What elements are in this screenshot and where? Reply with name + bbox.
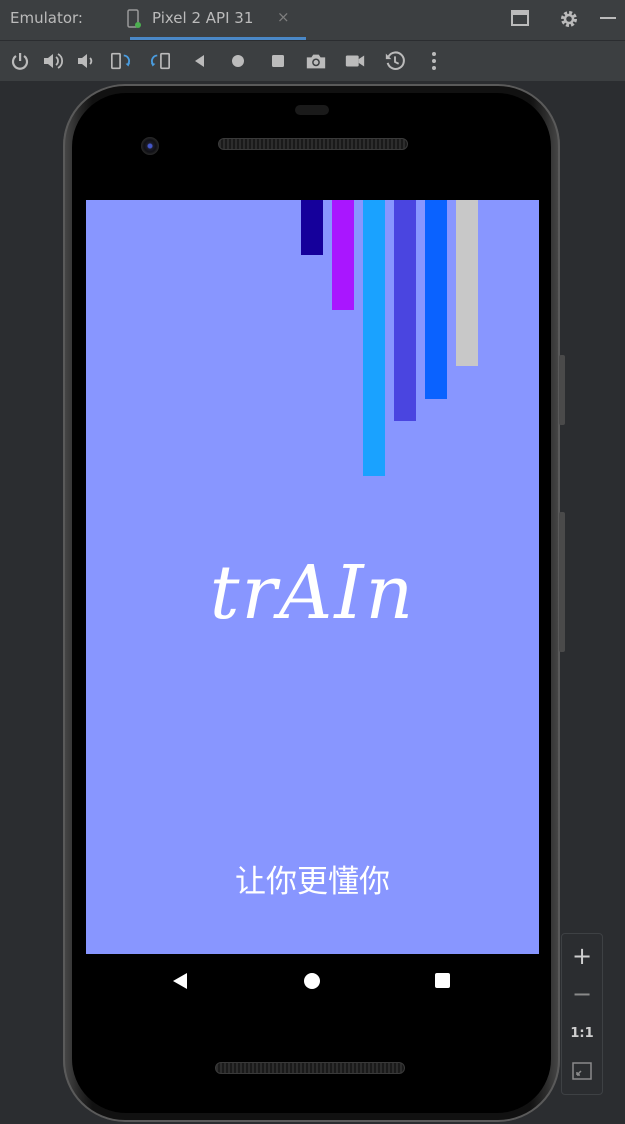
power-icon[interactable] (9, 50, 31, 72)
color-bar (394, 200, 416, 421)
snapshot-icon[interactable] (384, 50, 406, 72)
app-slogan: 让你更懂你 (235, 864, 390, 900)
phone-power-button[interactable] (559, 355, 565, 425)
screen-record-icon[interactable] (344, 50, 366, 72)
color-bar (332, 200, 354, 310)
phone-volume-button[interactable] (559, 512, 565, 652)
volume-up-icon[interactable] (42, 50, 64, 72)
title-bar: Emulator: Pixel 2 API 31 × (0, 0, 625, 41)
emulator-label: Emulator: (10, 9, 83, 27)
top-speaker (218, 138, 408, 150)
screenshot-icon[interactable] (305, 50, 327, 72)
color-bar (456, 200, 478, 366)
app-logo: trAIn (209, 550, 416, 636)
fit-screen-icon[interactable] (562, 1053, 602, 1089)
device-icon (126, 9, 142, 33)
zoom-panel: + − 1:1 (561, 933, 603, 1095)
front-camera (141, 137, 159, 155)
active-tab-indicator (130, 37, 306, 40)
app-screen[interactable]: trAIn 让你更懂你 (86, 200, 539, 954)
nav-home-icon[interactable] (304, 973, 320, 989)
back-icon[interactable] (189, 50, 211, 72)
emulator-toolbar (0, 41, 625, 81)
zoom-out-button[interactable]: − (562, 976, 602, 1012)
color-bar (363, 200, 385, 476)
tab-label: Pixel 2 API 31 (152, 9, 254, 27)
gear-icon[interactable] (558, 8, 580, 34)
color-bar (301, 200, 323, 255)
minimize-icon[interactable] (598, 8, 618, 32)
proximity-sensor (295, 105, 329, 115)
rotate-left-icon[interactable] (110, 50, 132, 72)
volume-down-icon[interactable] (75, 50, 97, 72)
rotate-right-icon[interactable] (149, 50, 171, 72)
tab-pixel-2-api-31[interactable]: Pixel 2 API 31 × (108, 0, 306, 40)
more-icon[interactable] (423, 50, 445, 72)
close-tab-icon[interactable]: × (277, 8, 290, 26)
zoom-in-button[interactable]: + (562, 938, 602, 974)
home-icon[interactable] (227, 50, 249, 72)
window-maximize-icon[interactable] (510, 8, 530, 32)
nav-recents-icon[interactable] (435, 973, 450, 988)
zoom-1-to-1-button[interactable]: 1:1 (562, 1015, 602, 1051)
android-nav-bar (86, 954, 539, 1008)
color-bar (425, 200, 447, 399)
nav-back-icon[interactable] (173, 973, 187, 989)
bottom-speaker (215, 1062, 405, 1074)
overview-icon[interactable] (267, 50, 289, 72)
